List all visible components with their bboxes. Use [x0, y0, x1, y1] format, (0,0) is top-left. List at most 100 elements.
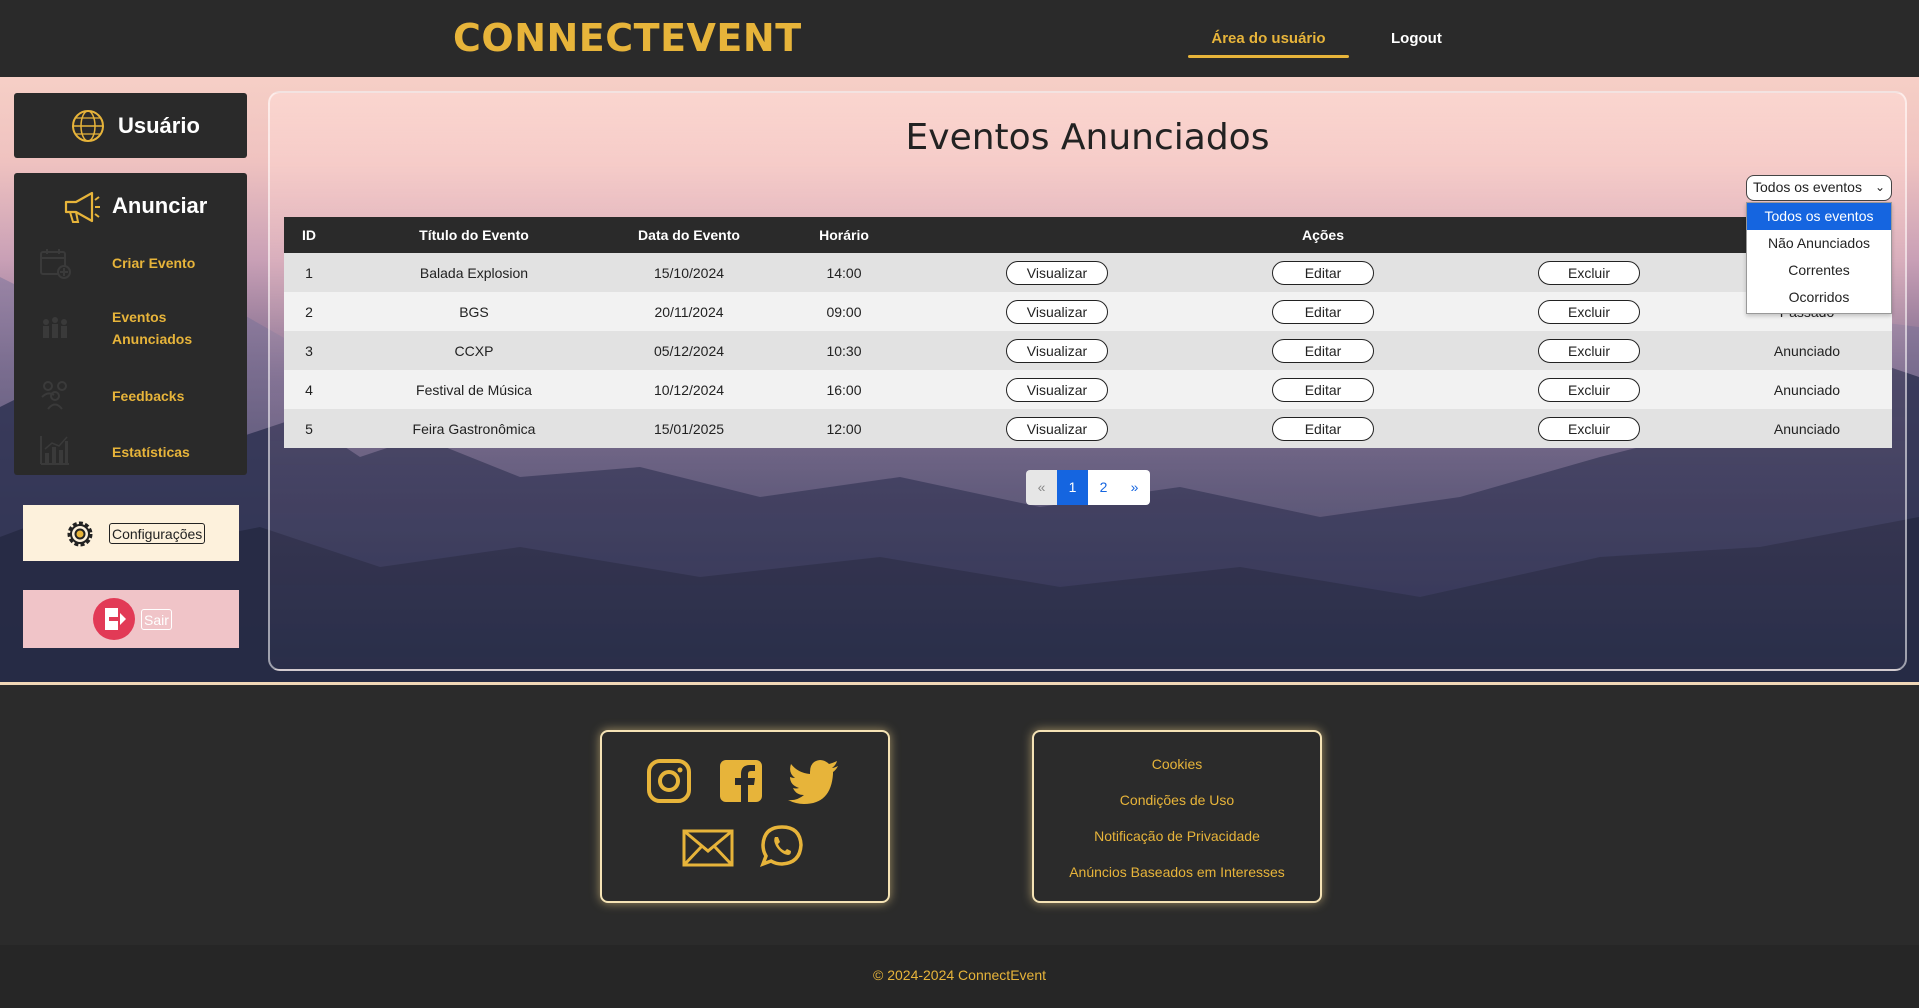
cell-id: 2: [284, 292, 334, 331]
copyright-text: © 2024-2024 ConnectEvent: [873, 967, 1046, 983]
settings-button[interactable]: Configurações: [109, 523, 206, 544]
cell-date: 10/12/2024: [614, 370, 764, 409]
globe-icon: [72, 110, 104, 142]
edit-button[interactable]: Editar: [1272, 260, 1374, 285]
action-cell: Editar: [1190, 292, 1456, 331]
events-panel: Eventos Anunciados Todos os eventos ⌄ ID…: [268, 91, 1907, 671]
sidebar-user-card[interactable]: Usuário: [14, 93, 247, 158]
instagram-icon[interactable]: [646, 758, 692, 804]
action-cell: Editar: [1190, 253, 1456, 292]
twitter-icon[interactable]: [788, 760, 840, 804]
cell-date: 15/10/2024: [614, 253, 764, 292]
action-cell: Visualizar: [924, 292, 1190, 331]
footer-link-ads[interactable]: Anúncios Baseados em Interesses: [1034, 864, 1320, 880]
cell-title: Feira Gastronômica: [334, 409, 614, 448]
action-cell: Visualizar: [924, 370, 1190, 409]
megaphone-icon: [64, 191, 100, 223]
delete-button[interactable]: Excluir: [1538, 416, 1640, 441]
filter-option-nao-anunciados[interactable]: Não Anunciados: [1747, 230, 1891, 257]
header-actions: Ações: [924, 217, 1722, 253]
chevron-down-icon: ⌄: [1874, 180, 1885, 194]
cell-title: Balada Explosion: [334, 253, 614, 292]
social-links-box: [600, 730, 890, 903]
whatsapp-icon[interactable]: [760, 824, 804, 868]
gear-icon: [67, 521, 93, 547]
view-button[interactable]: Visualizar: [1006, 299, 1108, 324]
pagination-page-1[interactable]: 1: [1057, 470, 1088, 505]
filter-selected-value: Todos os eventos: [1753, 179, 1862, 195]
delete-button[interactable]: Excluir: [1538, 260, 1640, 285]
view-button[interactable]: Visualizar: [1006, 260, 1108, 285]
header-time: Horário: [764, 217, 924, 253]
edit-button[interactable]: Editar: [1272, 338, 1374, 363]
edit-button[interactable]: Editar: [1272, 416, 1374, 441]
cell-time: 16:00: [764, 370, 924, 409]
footer-link-conditions[interactable]: Condições de Uso: [1034, 792, 1320, 808]
view-button[interactable]: Visualizar: [1006, 377, 1108, 402]
action-cell: Editar: [1190, 409, 1456, 448]
delete-button[interactable]: Excluir: [1538, 338, 1640, 363]
cell-title: Festival de Música: [334, 370, 614, 409]
cell-title: CCXP: [334, 331, 614, 370]
action-cell: Visualizar: [924, 409, 1190, 448]
edit-button[interactable]: Editar: [1272, 377, 1374, 402]
action-cell: Visualizar: [924, 253, 1190, 292]
view-button[interactable]: Visualizar: [1006, 416, 1108, 441]
filter-option-todos[interactable]: Todos os eventos: [1747, 203, 1891, 230]
sidebar-item-eventos-anunciados[interactable]: Eventos Anunciados: [112, 306, 222, 350]
sidebar-section-title: Anunciar: [112, 193, 208, 218]
action-cell: Excluir: [1456, 370, 1722, 409]
cell-time: 09:00: [764, 292, 924, 331]
edit-button[interactable]: Editar: [1272, 299, 1374, 324]
footer-link-privacy[interactable]: Notificação de Privacidade: [1034, 828, 1320, 844]
facebook-icon[interactable]: [718, 758, 764, 804]
header-title: Título do Evento: [334, 217, 614, 253]
table-row: 2 BGS 20/11/2024 09:00 Visualizar Editar Exclu…: [284, 292, 1892, 331]
cell-status: Anunciado: [1722, 331, 1892, 370]
sidebar-item-criar-evento[interactable]: Criar Evento: [112, 252, 195, 274]
event-filter-select[interactable]: Todos os eventos ⌄: [1746, 175, 1892, 201]
action-cell: Visualizar: [924, 331, 1190, 370]
settings-card: Configurações: [23, 505, 239, 561]
people-group-icon: [41, 381, 67, 410]
calendar-add-icon: [40, 249, 71, 279]
nav-user-area-link[interactable]: Área do usuário: [1188, 30, 1349, 47]
action-cell: Editar: [1190, 370, 1456, 409]
header-id: ID: [284, 217, 334, 253]
sidebar-user-label: Usuário: [118, 113, 200, 138]
cell-date: 05/12/2024: [614, 331, 764, 370]
sidebar-item-feedbacks[interactable]: Feedbacks: [112, 385, 184, 407]
filter-option-ocorridos[interactable]: Ocorridos: [1747, 284, 1891, 311]
sidebar-item-estatisticas[interactable]: Estatísticas: [112, 441, 190, 463]
cell-time: 12:00: [764, 409, 924, 448]
footer-link-cookies[interactable]: Cookies: [1034, 756, 1320, 772]
brand-logo[interactable]: CONNECTEVENT: [453, 16, 802, 60]
pagination-next[interactable]: »: [1119, 470, 1150, 505]
audience-icon: [43, 317, 67, 338]
cell-title: BGS: [334, 292, 614, 331]
pagination-page-2[interactable]: 2: [1088, 470, 1119, 505]
email-icon[interactable]: [682, 828, 734, 868]
copyright-bar: © 2024-2024 ConnectEvent: [0, 945, 1919, 1008]
nav-logout-link[interactable]: Logout: [1391, 30, 1442, 47]
delete-button[interactable]: Excluir: [1538, 377, 1640, 402]
pagination-prev[interactable]: «: [1026, 470, 1057, 505]
pagination: « 1 2 »: [1026, 470, 1150, 505]
footer: Cookies Condições de Uso Notificação de …: [0, 685, 1919, 945]
action-cell: Excluir: [1456, 253, 1722, 292]
delete-button[interactable]: Excluir: [1538, 299, 1640, 324]
header-date: Data do Evento: [614, 217, 764, 253]
view-button[interactable]: Visualizar: [1006, 338, 1108, 363]
cell-id: 4: [284, 370, 334, 409]
cell-status: Anunciado: [1722, 370, 1892, 409]
exit-card: Sair: [23, 590, 239, 648]
exit-button[interactable]: Sair: [141, 609, 172, 630]
table-row: 1 Balada Explosion 15/10/2024 14:00 Visualiz…: [284, 253, 1892, 292]
filter-option-correntes[interactable]: Correntes: [1747, 257, 1891, 284]
events-table: ID Título do Evento Data do Evento Horár…: [284, 217, 1892, 448]
cell-date: 15/01/2025: [614, 409, 764, 448]
filter-dropdown-menu: Todos os eventos Não Anunciados Corrente…: [1746, 202, 1892, 314]
exit-door-icon: [93, 598, 135, 640]
page-title: Eventos Anunciados: [905, 117, 1270, 158]
table-header-row: ID Título do Evento Data do Evento Horár…: [284, 217, 1892, 253]
